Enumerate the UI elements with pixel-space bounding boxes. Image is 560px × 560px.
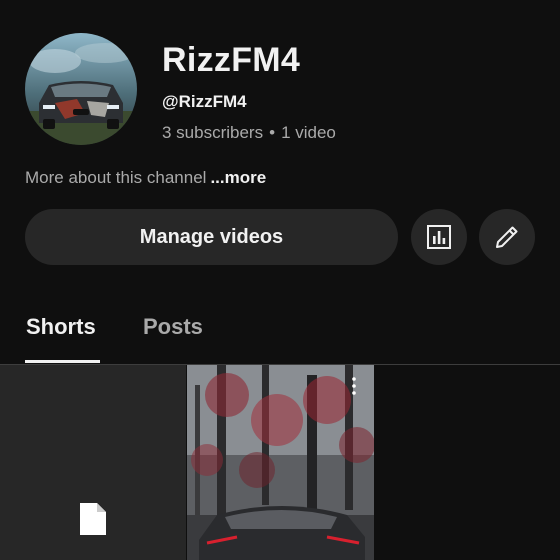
about-channel-link[interactable]: More about this channel ...more — [25, 168, 266, 188]
stats-separator: • — [269, 123, 276, 142]
video-count: 1 video — [281, 123, 336, 142]
edit-channel-button[interactable] — [479, 209, 535, 265]
thumbnail-forest-car-image — [187, 365, 374, 560]
channel-avatar[interactable] — [25, 33, 137, 145]
tab-shorts[interactable]: Shorts — [26, 314, 96, 340]
channel-stats: 3 subscribers • 1 video — [162, 123, 336, 143]
analytics-button[interactable] — [411, 209, 467, 265]
subscriber-count: 3 subscribers — [162, 123, 264, 142]
selected-tab-indicator — [25, 360, 100, 363]
empty-grid-cell — [375, 365, 560, 560]
about-text: More about this channel — [25, 168, 207, 187]
short-placeholder[interactable] — [0, 365, 186, 560]
avatar-car-image — [25, 33, 137, 145]
more-link[interactable]: ...more — [210, 168, 266, 187]
channel-tabs: Shorts Posts — [0, 292, 560, 365]
manage-videos-button[interactable]: Manage videos — [25, 209, 398, 265]
channel-handle: @RizzFM4 — [162, 92, 247, 111]
pencil-icon — [496, 226, 518, 248]
short-thumbnail[interactable] — [187, 365, 374, 560]
analytics-icon — [427, 225, 451, 249]
tab-posts[interactable]: Posts — [143, 314, 203, 340]
more-vert-icon[interactable] — [352, 377, 356, 395]
channel-name: RizzFM4 — [162, 41, 301, 79]
file-icon — [80, 503, 106, 535]
